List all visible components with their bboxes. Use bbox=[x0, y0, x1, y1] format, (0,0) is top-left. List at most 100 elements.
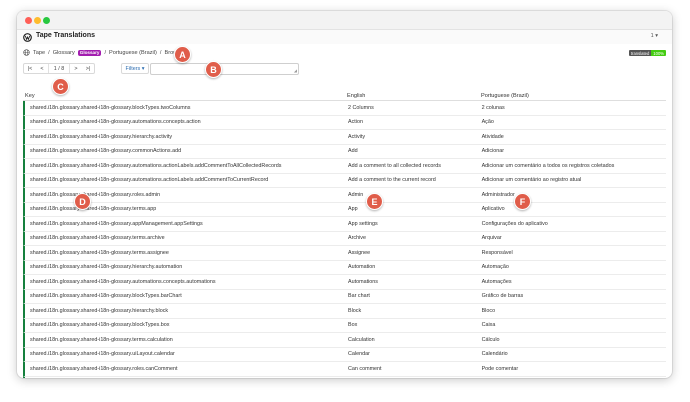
last-page-button[interactable]: >| bbox=[82, 64, 94, 73]
pagination: |< < 1 / 8 > >| bbox=[23, 63, 95, 74]
table-row[interactable]: shared.i18n.glossary.shared-i18n-glossar… bbox=[23, 362, 666, 377]
globe-icon bbox=[23, 49, 30, 56]
cell-key: shared.i18n.glossary.shared-i18n-glossar… bbox=[30, 133, 173, 140]
cell-english: Add a comment to the current record bbox=[348, 177, 436, 184]
breadcrumb-project[interactable]: Tape bbox=[33, 50, 45, 56]
resize-grip-icon[interactable]: ◢ bbox=[294, 69, 297, 73]
cell-portuguese: Gráfico de barras bbox=[481, 293, 524, 300]
minimize-window-button[interactable] bbox=[34, 17, 41, 24]
table-row[interactable]: shared.i18n.glossary.shared-i18n-glossar… bbox=[23, 246, 666, 261]
cell-english: Assignee bbox=[348, 249, 371, 256]
table-row[interactable]: shared.i18n.glossary.shared-i18n-glossar… bbox=[23, 159, 666, 174]
cell-english: Box bbox=[348, 322, 358, 329]
cell-key: shared.i18n.glossary.shared-i18n-glossar… bbox=[30, 351, 175, 358]
close-window-button[interactable] bbox=[25, 17, 32, 24]
table-row[interactable]: shared.i18n.glossary.shared-i18n-glossar… bbox=[23, 231, 666, 246]
cell-portuguese: Caixa bbox=[481, 322, 496, 329]
table-row[interactable]: shared.i18n.glossary.shared-i18n-glossar… bbox=[23, 318, 666, 333]
filter-input[interactable]: ◢ bbox=[150, 63, 299, 75]
cell-portuguese: Bloco bbox=[481, 307, 496, 314]
table-row[interactable]: shared.i18n.glossary.shared-i18n-glossar… bbox=[23, 202, 666, 217]
marker-a: A bbox=[174, 46, 191, 63]
cell-english: Automation bbox=[348, 264, 376, 271]
cell-portuguese: Administrador bbox=[481, 191, 515, 198]
cell-key: shared.i18n.glossary.shared-i18n-glossar… bbox=[30, 119, 201, 126]
cell-key: shared.i18n.glossary.shared-i18n-glossar… bbox=[30, 365, 178, 372]
cell-english: Archive bbox=[348, 235, 366, 242]
cell-key: shared.i18n.glossary.shared-i18n-glossar… bbox=[30, 293, 182, 300]
table-row[interactable]: shared.i18n.glossary.shared-i18n-glossar… bbox=[23, 260, 666, 275]
cell-english: Can comment bbox=[348, 365, 382, 372]
cell-english: Calendar bbox=[348, 351, 370, 358]
column-header-key[interactable]: Key bbox=[23, 93, 345, 99]
cell-portuguese: Automações bbox=[481, 278, 512, 285]
maximize-window-button[interactable] bbox=[43, 17, 50, 24]
table-row[interactable]: shared.i18n.glossary.shared-i18n-glossar… bbox=[23, 144, 666, 159]
cell-portuguese: Adicionar bbox=[481, 148, 505, 155]
table-row[interactable]: shared.i18n.glossary.shared-i18n-glossar… bbox=[23, 304, 666, 319]
table-row[interactable]: shared.i18n.glossary.shared-i18n-glossar… bbox=[23, 333, 666, 348]
breadcrumb-separator: / bbox=[159, 49, 162, 56]
cell-key: shared.i18n.glossary.shared-i18n-glossar… bbox=[30, 336, 173, 343]
cell-portuguese: Adicionar um comentário a todos os regis… bbox=[481, 162, 615, 169]
cell-portuguese: Cálculo bbox=[481, 336, 500, 343]
column-header-english[interactable]: English bbox=[345, 93, 479, 99]
cell-portuguese: Automação bbox=[481, 264, 509, 271]
cell-key: shared.i18n.glossary.shared-i18n-glossar… bbox=[30, 307, 169, 314]
first-page-button[interactable]: |< bbox=[24, 64, 36, 73]
cell-english: Activity bbox=[348, 133, 366, 140]
cell-portuguese: Atividade bbox=[481, 133, 504, 140]
cell-key: shared.i18n.glossary.shared-i18n-glossar… bbox=[30, 322, 170, 329]
cell-english: 2 Columns bbox=[348, 104, 374, 111]
cell-english: Block bbox=[348, 307, 362, 314]
page-dropdown[interactable]: 1 ▾ bbox=[651, 33, 658, 39]
cell-english: Automations bbox=[348, 278, 378, 285]
table-header: Key English Portuguese (Brazil) bbox=[23, 92, 666, 101]
table-row[interactable]: shared.i18n.glossary.shared-i18n-glossar… bbox=[23, 188, 666, 203]
translated-badge-value: 100% bbox=[651, 50, 666, 56]
cell-portuguese: 2 colunas bbox=[481, 104, 505, 111]
table-row[interactable]: shared.i18n.glossary.shared-i18n-glossar… bbox=[23, 115, 666, 130]
table-row[interactable]: shared.i18n.glossary.shared-i18n-glossar… bbox=[23, 347, 666, 362]
cell-english: Add a comment to all collected records bbox=[348, 162, 441, 169]
prev-page-button[interactable]: < bbox=[36, 64, 48, 73]
cell-english: App bbox=[348, 206, 358, 213]
translations-table: Key English Portuguese (Brazil) shared.i… bbox=[23, 92, 666, 378]
cell-key: shared.i18n.glossary.shared-i18n-glossar… bbox=[30, 235, 165, 242]
cell-portuguese: Pode comentar bbox=[481, 365, 519, 372]
window-titlebar bbox=[17, 11, 672, 30]
cell-key: shared.i18n.glossary.shared-i18n-glossar… bbox=[30, 191, 161, 198]
cell-english: Calculation bbox=[348, 336, 375, 343]
glossary-badge: Glossary bbox=[77, 49, 102, 56]
filters-button[interactable]: Filters ▾ bbox=[121, 63, 149, 74]
marker-f: F bbox=[514, 193, 531, 210]
table-row[interactable]: shared.i18n.glossary.shared-i18n-glossar… bbox=[23, 289, 666, 304]
table-row[interactable]: shared.i18n.glossary.shared-i18n-glossar… bbox=[23, 376, 666, 378]
breadcrumb-language[interactable]: Portuguese (Brazil) bbox=[109, 50, 157, 56]
marker-c: C bbox=[52, 78, 69, 95]
table-row[interactable]: shared.i18n.glossary.shared-i18n-glossar… bbox=[23, 217, 666, 232]
breadcrumb-section[interactable]: Glossary bbox=[53, 50, 75, 56]
cell-portuguese: Arquivar bbox=[481, 235, 502, 242]
tape-logo-icon bbox=[23, 33, 32, 42]
cell-key: shared.i18n.glossary.shared-i18n-glossar… bbox=[30, 104, 191, 111]
cell-key: shared.i18n.glossary.shared-i18n-glossar… bbox=[30, 278, 216, 285]
cell-key: shared.i18n.glossary.shared-i18n-glossar… bbox=[30, 162, 282, 169]
cell-key: shared.i18n.glossary.shared-i18n-glossar… bbox=[30, 249, 169, 256]
column-header-portuguese[interactable]: Portuguese (Brazil) bbox=[479, 93, 666, 99]
cell-key: shared.i18n.glossary.shared-i18n-glossar… bbox=[30, 148, 182, 155]
table-row[interactable]: shared.i18n.glossary.shared-i18n-glossar… bbox=[23, 101, 666, 116]
app-window: Tape Translations 1 ▾ Tape / Glossary Gl… bbox=[17, 11, 672, 378]
table-row[interactable]: shared.i18n.glossary.shared-i18n-glossar… bbox=[23, 173, 666, 188]
app-title: Tape Translations bbox=[36, 32, 95, 39]
cell-portuguese: Ação bbox=[481, 119, 494, 126]
table-row[interactable]: shared.i18n.glossary.shared-i18n-glossar… bbox=[23, 275, 666, 290]
cell-portuguese: Responsável bbox=[481, 249, 513, 256]
marker-d: D bbox=[74, 193, 91, 210]
app-header: Tape Translations 1 ▾ bbox=[17, 30, 672, 44]
cell-english: Add bbox=[348, 148, 358, 155]
table-row[interactable]: shared.i18n.glossary.shared-i18n-glossar… bbox=[23, 130, 666, 145]
next-page-button[interactable]: > bbox=[70, 64, 82, 73]
translated-badge-label: translated bbox=[628, 50, 652, 56]
marker-b: B bbox=[205, 61, 222, 78]
